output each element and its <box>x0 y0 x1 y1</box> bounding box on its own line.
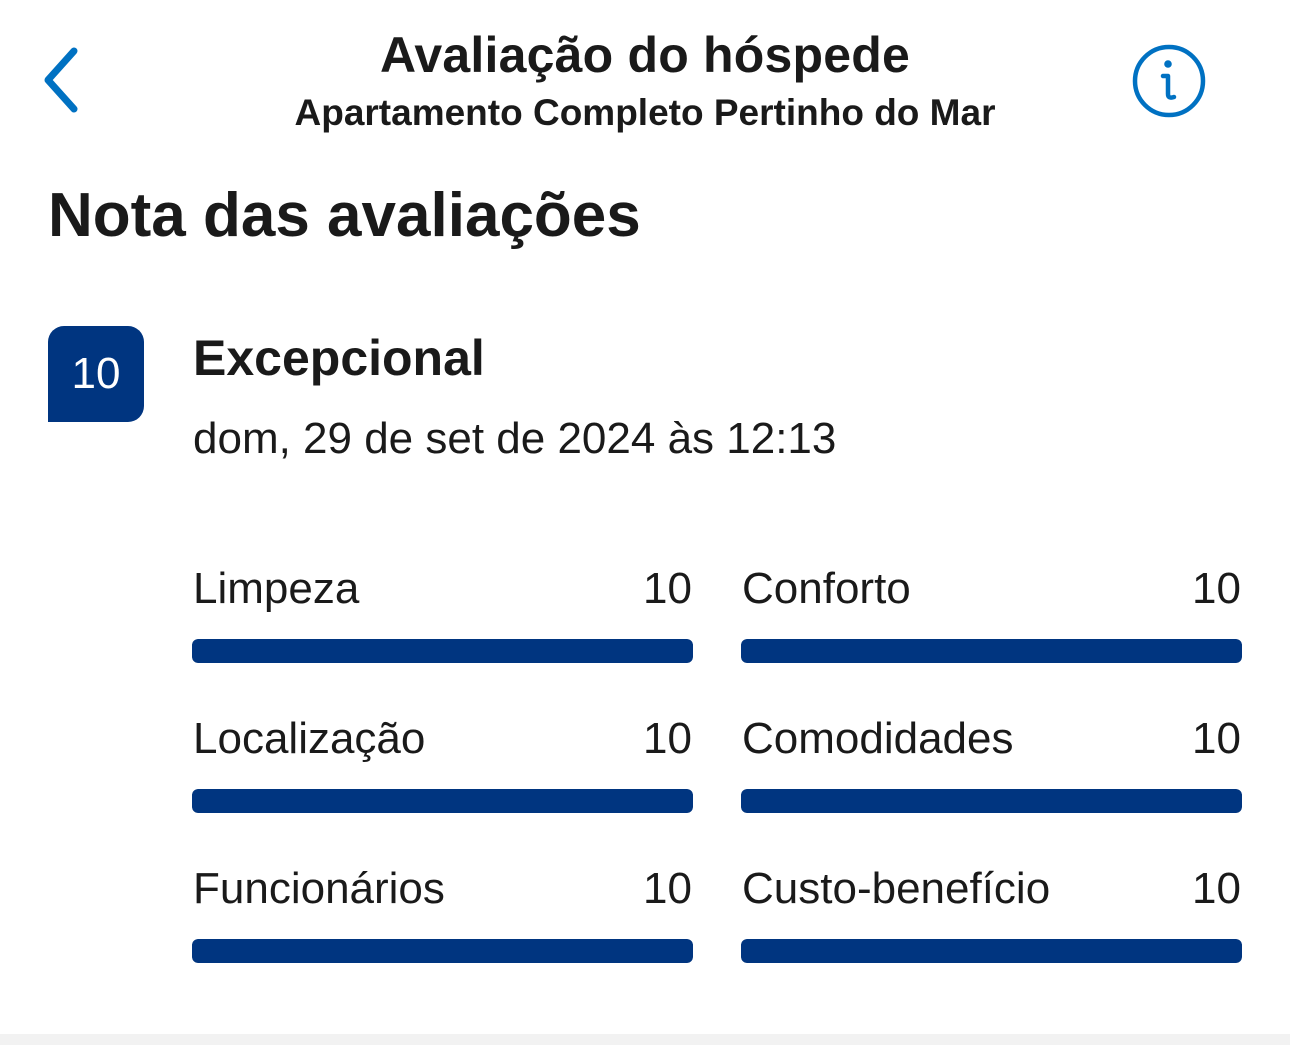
score-bar-fill <box>192 939 693 963</box>
category-label: Limpeza <box>193 564 360 613</box>
category-score: 10 <box>643 564 692 613</box>
category-score: 10 <box>643 714 692 763</box>
info-icon <box>1132 44 1206 118</box>
score-bar-fill <box>741 639 1242 663</box>
category-staff: Funcionários 10 <box>192 860 694 970</box>
category-comfort: Conforto 10 <box>741 560 1243 670</box>
info-button[interactable] <box>1130 42 1208 120</box>
category-score: 10 <box>1192 864 1241 913</box>
category-location: Localização 10 <box>192 710 694 820</box>
score-bar <box>192 789 693 813</box>
category-value-for-money: Custo-benefício 10 <box>741 860 1243 970</box>
rating-word: Excepcional <box>193 330 485 386</box>
score-bar <box>741 639 1242 663</box>
category-label: Custo-benefício <box>742 864 1051 913</box>
header-titles: Avaliação do hóspede Apartamento Complet… <box>200 24 1090 138</box>
category-label: Funcionários <box>193 864 445 913</box>
score-bar <box>741 939 1242 963</box>
score-bar <box>192 939 693 963</box>
category-score: 10 <box>643 864 692 913</box>
score-bar <box>741 789 1242 813</box>
review-date: dom, 29 de set de 2024 às 12:13 <box>193 414 837 463</box>
chevron-left-icon <box>44 47 78 113</box>
category-cleanliness: Limpeza 10 <box>192 560 694 670</box>
category-score: 10 <box>1192 564 1241 613</box>
score-bar-fill <box>192 789 693 813</box>
page-title: Avaliação do hóspede <box>379 27 911 83</box>
score-bar-fill <box>192 639 693 663</box>
category-score: 10 <box>1192 714 1241 763</box>
property-name: Apartamento Completo Pertinho do Mar <box>294 92 996 133</box>
category-label: Localização <box>193 714 426 763</box>
score-badge: 10 <box>48 326 144 422</box>
bottom-divider <box>0 1034 1290 1045</box>
score-bar-fill <box>741 939 1242 963</box>
header: Avaliação do hóspede Apartamento Complet… <box>0 0 1290 150</box>
score-bar <box>192 639 693 663</box>
category-facilities: Comodidades 10 <box>741 710 1243 820</box>
category-label: Comodidades <box>742 714 1014 763</box>
back-button[interactable] <box>30 40 90 120</box>
section-title: Nota das avaliações <box>48 181 641 250</box>
score-bar-fill <box>741 789 1242 813</box>
category-label: Conforto <box>742 564 911 613</box>
